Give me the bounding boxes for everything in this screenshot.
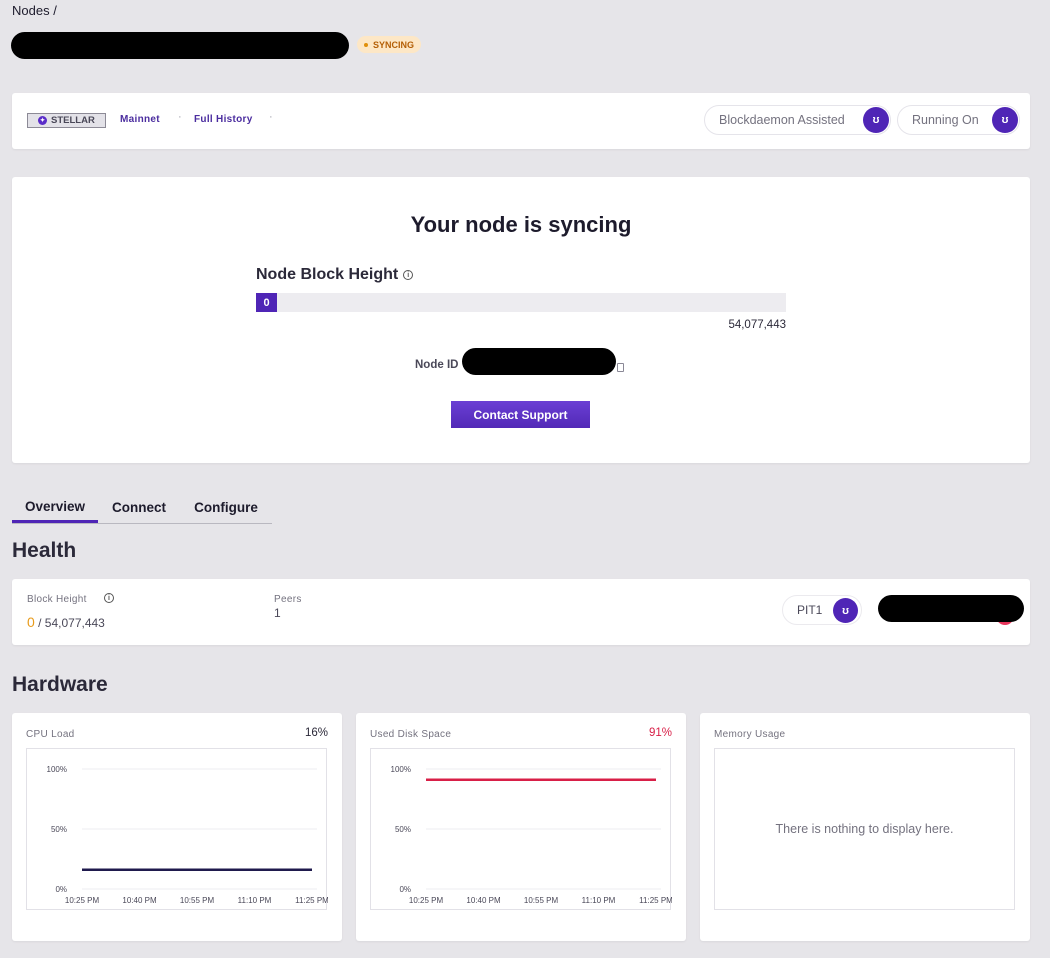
assisted-chip[interactable]: Blockdaemon Assisted ʊ <box>704 105 891 135</box>
breadcrumb[interactable]: Nodes / <box>12 3 57 18</box>
disk-space-label: Used Disk Space <box>370 729 452 740</box>
info-icon[interactable]: i <box>403 270 414 280</box>
disk-space-card: Used Disk Space 91% 100% 50% 0% 10:25 PM 10:… <box>356 713 686 941</box>
network-block-height: 54,077,443 <box>728 319 786 331</box>
current-block-height: 0 <box>27 614 35 630</box>
y-tick-label: 0% <box>55 885 67 894</box>
cpu-load-chart: 100% 50% 0% 10:25 PM 10:40 PM 10:55 PM 11:10 P… <box>26 748 328 910</box>
node-tabs: Overview Connect Configure <box>12 492 272 524</box>
cpu-load-value: 16% <box>304 727 328 739</box>
x-tick-label: 10:40 PM <box>122 896 157 905</box>
cpu-load-card: CPU Load 16% 100% 50% 0% 10:25 PM 10:40 PM 10… <box>12 713 342 941</box>
stellar-logo-icon: ✦ <box>38 116 47 125</box>
sync-status-card: Your node is syncing Node Block Height i… <box>12 177 1030 463</box>
health-block-height-value: 0 / 54,077,443 <box>27 614 105 630</box>
status-badge: SYNCING <box>357 36 422 53</box>
health-card: Block Height i 0 / 54,077,443 Peers 1 PI… <box>12 579 1030 645</box>
region-chip[interactable]: PIT1 ʊ <box>782 595 862 625</box>
health-block-height-label: Block Height <box>27 594 87 605</box>
x-tick-label: 10:40 PM <box>466 896 501 905</box>
block-height-progress-fill: 0 <box>256 293 277 312</box>
network-label: Mainnet <box>120 114 160 125</box>
blockdaemon-icon: ʊ <box>833 598 858 623</box>
copy-icon[interactable] <box>617 363 624 372</box>
health-heading: Health <box>12 539 77 562</box>
peers-value: 1 <box>274 606 281 620</box>
x-tick-label: 11:25 PM <box>295 896 328 905</box>
protocol-name: STELLAR <box>51 115 95 126</box>
cpu-load-label: CPU Load <box>26 729 75 740</box>
block-height-progress-bar: 0 <box>256 293 786 312</box>
x-tick-label: 10:25 PM <box>65 896 100 905</box>
running-on-chip[interactable]: Running On ʊ <box>897 105 1020 135</box>
memory-usage-card: Memory Usage There is nothing to display… <box>700 713 1030 941</box>
peers-label: Peers <box>274 594 302 605</box>
x-tick-label: 10:55 PM <box>524 896 559 905</box>
cpu-load-chart-svg: 100% 50% 0% 10:25 PM 10:40 PM 10:55 PM 11:10 P… <box>47 765 328 905</box>
node-name-redacted <box>11 32 349 59</box>
protocol-info-bar: ✦ STELLAR Mainnet · Full History · Block… <box>12 93 1030 149</box>
region-label: PIT1 <box>797 603 823 617</box>
x-tick-label: 11:10 PM <box>238 896 272 905</box>
block-height-heading: Node Block Height i <box>256 266 414 284</box>
status-label: SYNCING <box>373 39 415 50</box>
memory-usage-label: Memory Usage <box>714 729 786 740</box>
hardware-heading: Hardware <box>12 673 108 696</box>
x-tick-label: 11:10 PM <box>582 896 616 905</box>
assisted-label: Blockdaemon Assisted <box>719 113 845 127</box>
sync-title: Your node is syncing <box>410 212 632 237</box>
node-id-label: Node ID <box>415 359 459 371</box>
x-tick-label: 10:25 PM <box>409 896 444 905</box>
disk-space-chart: 100% 50% 0% 10:25 PM 10:40 PM 10:55 PM 11:10 P… <box>370 748 672 910</box>
x-tick-label: 10:55 PM <box>180 896 215 905</box>
memory-empty-state: There is nothing to display here. <box>714 748 1015 910</box>
host-redacted <box>878 595 1024 622</box>
blockdaemon-icon: ʊ <box>863 107 889 133</box>
tab-connect[interactable]: Connect <box>98 492 180 523</box>
disk-space-value: 91% <box>648 727 672 739</box>
y-tick-label: 50% <box>51 825 67 834</box>
node-type-label: Full History <box>194 114 253 125</box>
disk-space-chart-svg: 100% 50% 0% 10:25 PM 10:40 PM 10:55 PM 11:10 P… <box>391 765 672 905</box>
y-tick-label: 50% <box>395 825 411 834</box>
cloud-provider-icon: ʊ <box>992 107 1018 133</box>
info-icon[interactable]: i <box>104 593 114 603</box>
protocol-tag: ✦ STELLAR <box>27 113 106 128</box>
tab-overview[interactable]: Overview <box>12 492 98 523</box>
y-tick-label: 0% <box>399 885 411 894</box>
total-block-height: / 54,077,443 <box>34 616 105 630</box>
x-tick-label: 11:25 PM <box>639 896 672 905</box>
separator-dot: · <box>269 111 273 123</box>
tab-configure[interactable]: Configure <box>180 492 272 523</box>
running-on-label: Running On <box>912 113 979 127</box>
status-dot <box>364 42 368 47</box>
y-tick-label: 100% <box>47 765 67 774</box>
y-tick-label: 100% <box>391 765 411 774</box>
contact-support-button[interactable]: Contact Support <box>451 401 590 428</box>
node-id-redacted <box>462 348 616 375</box>
separator-dot: · <box>178 111 182 123</box>
block-height-label: Node Block Height <box>256 266 399 283</box>
